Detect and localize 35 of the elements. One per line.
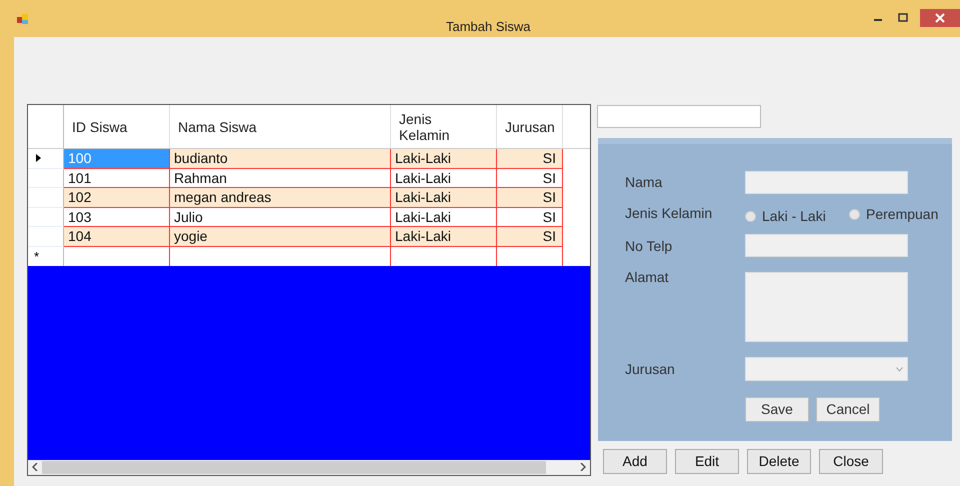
action-button[interactable]: Close (819, 449, 883, 474)
search-field[interactable] (597, 105, 761, 128)
row-header[interactable] (28, 149, 64, 168)
scroll-thumb[interactable] (42, 461, 546, 474)
form-button[interactable]: Cancel (816, 397, 880, 422)
action-button[interactable]: Delete (747, 449, 811, 474)
radio-button[interactable] (849, 209, 860, 220)
address-field[interactable] (745, 272, 908, 342)
field-label: Jurusan (625, 360, 675, 379)
column-header[interactable]: ID Siswa (64, 105, 170, 148)
field-label: Nama (625, 173, 662, 192)
horizontal-scrollbar[interactable] (28, 460, 590, 475)
form-button[interactable]: Save (745, 397, 809, 422)
column-header[interactable]: Jenis Kelamin (391, 105, 497, 148)
window-title: Tambah Siswa (446, 18, 531, 36)
column-header[interactable]: Jurusan (497, 105, 563, 148)
table-cell: 100 (64, 149, 170, 168)
close-button[interactable] (920, 9, 960, 27)
close-icon (935, 13, 945, 23)
field-label: Alamat (625, 268, 669, 287)
action-button[interactable]: Edit (675, 449, 739, 474)
app-icon (17, 14, 29, 24)
major-dropdown[interactable] (745, 357, 908, 381)
radio-option[interactable]: Perempuan (849, 204, 938, 225)
radio-button[interactable] (745, 211, 756, 222)
column-header[interactable]: Nama Siswa (170, 105, 391, 148)
chevron-down-icon (896, 366, 903, 372)
phone-field[interactable] (745, 234, 908, 257)
maximize-icon[interactable] (898, 13, 908, 23)
current-row-icon (36, 154, 41, 162)
field-label: No Telp (625, 237, 672, 256)
radio-option[interactable]: Laki - Laki (745, 206, 826, 227)
name-field[interactable] (745, 171, 908, 194)
field-label: Jenis Kelamin (625, 204, 712, 223)
action-button[interactable]: Add (603, 449, 667, 474)
